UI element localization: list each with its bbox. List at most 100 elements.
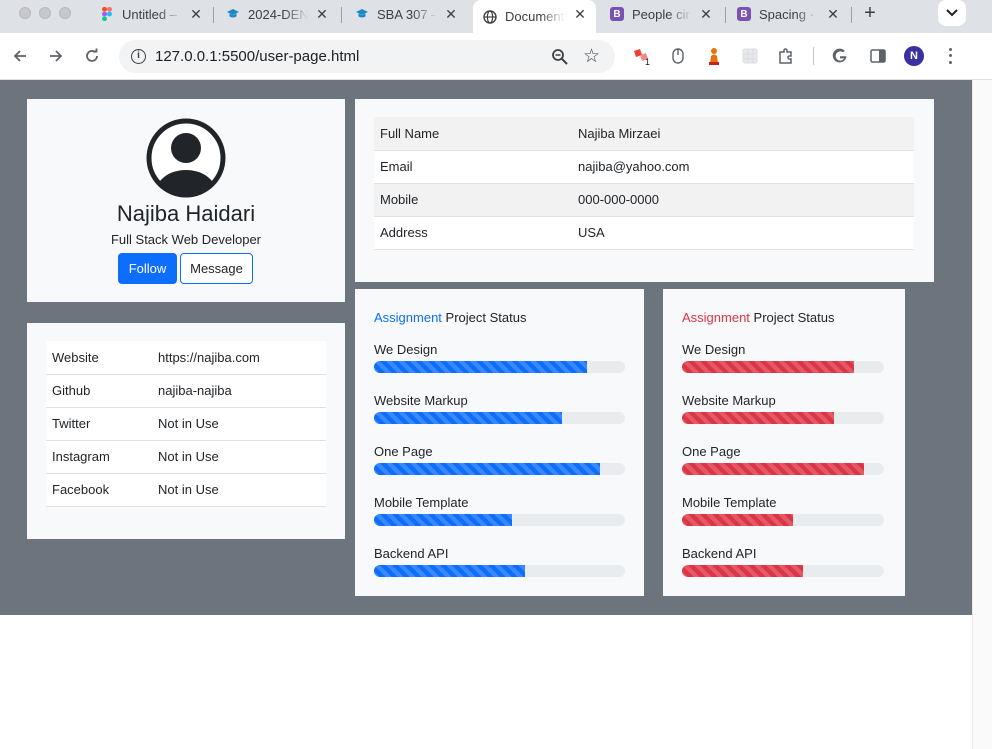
table-row: Instagram Not in Use [46,440,326,474]
progress-track [374,514,625,526]
tab-people-circle[interactable]: B People cir ✕ [610,0,714,28]
window-close-button[interactable] [19,7,31,19]
window-minimize-button[interactable] [39,7,51,19]
progress-item: Website Markup [682,393,884,424]
puzzle-icon[interactable] [777,47,795,65]
side-panel-icon[interactable] [869,47,887,65]
user-info-table: Full Name Najiba Mirzaei Email najiba@ya… [374,117,914,250]
info-icon[interactable]: i [131,49,146,64]
progress-label: We Design [682,342,746,357]
tab-sba-307[interactable]: SBA 307 – ✕ [355,0,459,28]
globe-icon [483,9,497,24]
zoom-icon[interactable] [551,48,569,66]
info-value: najiba@yahoo.com [572,150,914,184]
google-icon[interactable] [831,47,849,65]
progress-track [682,361,884,373]
info-label: Mobile [374,183,572,217]
grid-icon[interactable] [741,47,759,65]
close-icon[interactable]: ✕ [443,6,459,22]
progress-track [682,463,884,475]
progress-bar [682,565,804,577]
table-row: Website https://najiba.com [46,341,326,375]
tab-spacing[interactable]: B Spacing · ✕ [737,0,841,28]
progress-track [682,412,884,424]
progress-label: Mobile Template [682,495,777,510]
close-icon[interactable]: ✕ [188,6,204,22]
progress-item: One Page [682,444,884,475]
progress-item: Mobile Template [682,495,884,526]
close-icon[interactable]: ✕ [314,6,330,22]
progress-label: Mobile Template [374,495,469,510]
progress-bar [374,412,563,424]
project-status-card-red: Assignment Project Status We Design Webs… [663,289,905,596]
progress-label: Website Markup [374,393,468,408]
progress-track [682,565,884,577]
tab-separator [213,7,214,23]
url-text[interactable]: 127.0.0.1:5500/user-page.html [155,48,359,65]
progress-item: Backend API [682,546,884,577]
table-row: Twitter Not in Use [46,407,326,441]
tab-title: SBA 307 – [377,6,437,22]
progress-item: Website Markup [374,393,625,424]
info-value: Najiba Mirzaei [572,117,914,151]
progress-item: We Design [682,342,884,373]
profile-avatar[interactable]: N [904,46,924,66]
chevron-down-icon [946,9,958,17]
avatar-icon [146,118,226,198]
star-icon[interactable]: ☆ [583,45,600,68]
reload-button[interactable] [82,46,102,66]
project-status-card-blue: Assignment Project Status We Design Webs… [355,289,644,596]
progress-item: We Design [374,342,625,373]
tab-separator [341,7,342,23]
mouse-icon[interactable] [669,47,687,65]
social-label: Instagram [46,440,152,474]
chess-icon[interactable] [705,47,723,65]
progress-label: Backend API [682,546,757,561]
social-label: Github [46,374,152,408]
tab-strip: Untitled – ✕ 2024-DEN ✕ SBA 307 – ✕ Docu… [0,0,992,33]
table-row: Address USA [374,216,914,250]
info-label: Full Name [374,117,572,151]
table-row: Mobile 000-000-0000 [374,183,914,217]
social-value: https://najiba.com [152,341,326,375]
status-heading: Assignment Project Status [682,310,834,325]
forward-button[interactable] [46,46,66,66]
tab-title: Spacing · [759,6,814,22]
social-label: Facebook [46,473,152,507]
tab-search-button[interactable] [938,0,966,26]
tab-title: Document [505,9,565,24]
progress-track [374,412,625,424]
table-row: Facebook Not in Use [46,473,326,507]
progress-label: Website Markup [682,393,776,408]
follow-button[interactable]: Follow [118,253,177,284]
progress-bar [682,463,864,475]
message-button[interactable]: Message [180,253,253,284]
address-bar[interactable]: i 127.0.0.1:5500/user-page.html ☆ [119,40,615,73]
info-label: Email [374,150,572,184]
progress-track [374,361,625,373]
close-icon[interactable]: ✕ [825,6,841,22]
tab-document[interactable]: Document ✕ [473,0,596,33]
tab-2024-den[interactable]: 2024-DEN ✕ [226,0,330,28]
tab-untitled[interactable]: Untitled – ✕ [100,0,204,28]
new-tab-button[interactable]: + [860,3,880,24]
progress-item: Backend API [374,546,625,577]
profile-role: Full Stack Web Developer [110,232,262,247]
bootstrap-icon: B [610,7,624,21]
scrollbar[interactable] [972,80,992,749]
per-scholas-icon [355,7,369,21]
per-scholas-icon [226,7,240,21]
progress-bar [682,514,794,526]
progress-track [374,463,625,475]
info-value: USA [572,216,914,250]
close-icon[interactable]: ✕ [698,6,714,22]
progress-bar [682,361,854,373]
social-label: Website [46,341,152,375]
close-icon[interactable]: ✕ [572,6,588,22]
back-button[interactable] [10,46,30,66]
figma-icon [100,7,114,21]
tab-separator [851,7,852,23]
window-zoom-button[interactable] [59,7,71,19]
menu-icon[interactable] [944,46,956,66]
progress-label: Backend API [374,546,449,561]
